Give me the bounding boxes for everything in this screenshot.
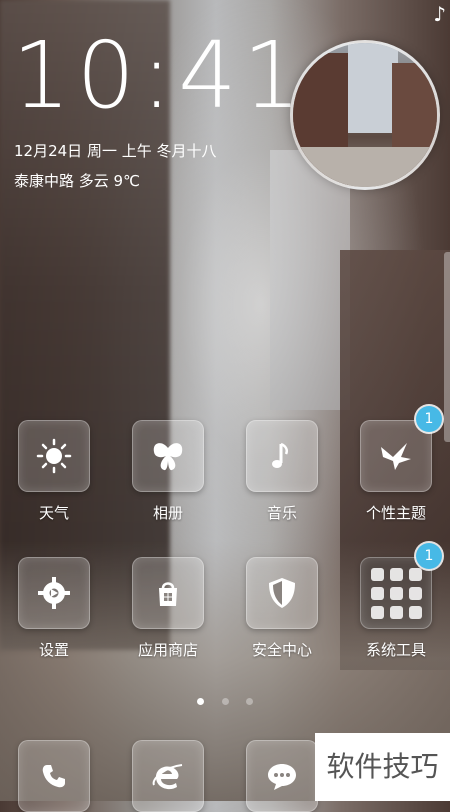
themes-notification-badge: 1 [416,406,442,432]
app-gallery-label: 相册 [152,504,183,522]
app-gallery-tile[interactable] [132,420,204,492]
app-security[interactable]: 安全中心 [234,557,330,660]
music-note-icon [272,442,289,468]
side-drawer-handle[interactable] [444,252,450,442]
app-music-label: 音乐 [266,504,297,522]
app-settings-label: 设置 [38,641,69,659]
browser-e-icon [152,764,183,790]
photo-street [293,147,437,187]
dock-browser[interactable] [120,740,216,812]
page-indicator[interactable] [0,690,450,709]
message-bubble-icon [268,764,296,790]
app-music-tile[interactable] [246,420,318,492]
app-system-tools-label: 系统工具 [365,641,426,659]
gear-icon [38,577,70,609]
page-dot[interactable] [221,698,229,705]
app-weather[interactable]: 天气 [6,420,102,523]
app-store-label: 应用商店 [137,641,198,659]
app-security-label: 安全中心 [251,641,312,659]
photo-widget[interactable] [290,40,440,190]
music-note-icon: ♪ [433,2,446,26]
photo-sky [348,43,398,133]
app-gallery[interactable]: 相册 [120,420,216,523]
weather-line[interactable]: 泰康中路 多云 9℃ [14,170,140,191]
app-settings[interactable]: 设置 [6,557,102,660]
app-store-tile[interactable] [132,557,204,629]
app-security-tile[interactable] [246,557,318,629]
app-system-tools-tile[interactable] [360,557,432,629]
app-weather-label: 天气 [38,504,69,522]
page-dot[interactable] [197,698,205,705]
shield-icon [269,578,295,608]
date-line: 12月24日 周一 上午 冬月十八 [14,142,217,160]
dock-browser-tile[interactable] [132,740,204,812]
app-themes[interactable]: 个性主题 [348,420,444,523]
sun-icon [36,438,72,474]
folder-grid-icon [370,567,422,619]
phone-icon [42,765,65,788]
app-store[interactable]: 应用商店 [120,557,216,660]
system-tools-notification-badge: 1 [416,543,442,569]
app-settings-tile[interactable] [18,557,90,629]
page-dot[interactable] [245,698,253,705]
app-weather-tile[interactable] [18,420,90,492]
bird-icon [381,443,411,470]
store-bag-icon [159,582,177,606]
dock-phone[interactable] [6,740,102,812]
butterfly-icon [153,443,183,471]
app-themes-label: 个性主题 [365,504,426,522]
clock-time[interactable]: 10:41 [12,30,307,122]
wallpaper-tower [270,150,350,410]
app-music[interactable]: 音乐 [234,420,330,523]
app-system-tools-folder[interactable]: 系统工具 [348,557,444,660]
watermark-text: 软件技巧 [315,733,450,801]
dock-phone-tile[interactable] [18,740,90,812]
app-themes-tile[interactable] [360,420,432,492]
dock-messages-tile[interactable] [246,740,318,812]
